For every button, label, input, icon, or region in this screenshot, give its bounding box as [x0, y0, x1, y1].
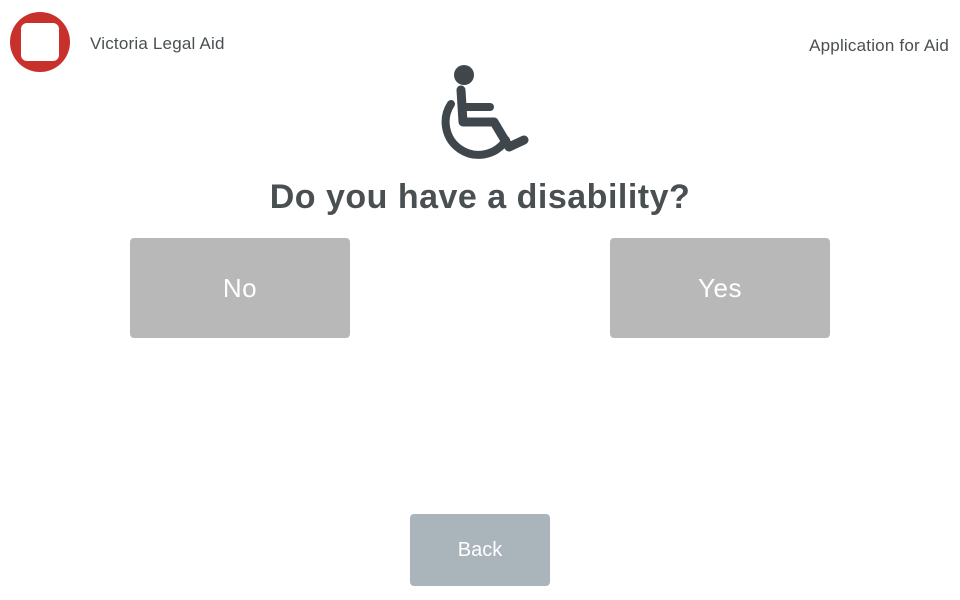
no-button[interactable]: No [130, 238, 350, 338]
yes-button-label: Yes [698, 272, 742, 303]
yes-button[interactable]: Yes [610, 238, 830, 338]
back-button-label: Back [457, 538, 503, 561]
wheelchair-icon [441, 65, 529, 159]
org-name: Victoria Legal Aid [90, 34, 225, 53]
question-heading: Do you have a disability? [269, 178, 691, 216]
no-button-label: No [222, 272, 258, 303]
back-button[interactable]: Back [410, 514, 550, 586]
app-title: Application for Aid [809, 36, 949, 55]
page: Victoria Legal Aid Application for Aid D… [0, 0, 960, 600]
vla-logo-icon [10, 12, 70, 72]
